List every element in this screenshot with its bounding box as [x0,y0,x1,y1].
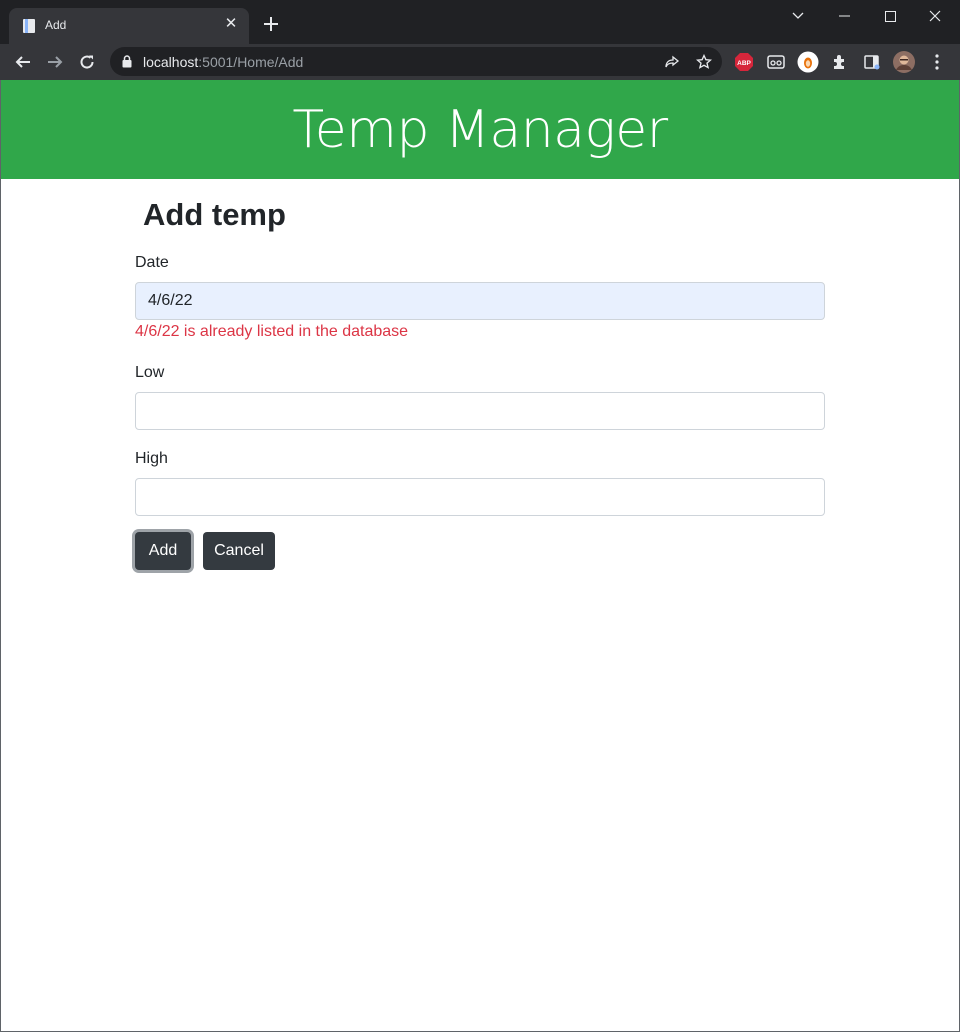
share-icon[interactable] [663,53,681,71]
date-label: Date [135,254,169,271]
new-tab-plus-icon[interactable] [262,15,280,33]
browser-toolbar: localhost:5001/Home/Add ABP [0,44,960,80]
high-label: High [135,450,168,467]
profile-avatar[interactable] [893,51,915,73]
address-bar[interactable]: localhost:5001/Home/Add [110,47,722,76]
forward-arrow-icon[interactable] [45,52,65,72]
adblock-plus-icon[interactable]: ABP [733,51,755,73]
bookmark-star-icon[interactable] [695,53,713,71]
page-icon [21,18,37,34]
site-banner: Temp Manager [1,80,959,179]
add-button[interactable]: Add [135,532,191,570]
date-input[interactable]: 4/6/22 [135,282,825,320]
reader-glasses-icon[interactable] [765,51,787,73]
maximize-icon[interactable] [867,0,913,32]
browser-titlebar: Add ✕ [0,0,960,44]
site-title: Temp Manager [292,100,668,160]
url-text: localhost:5001/Home/Add [143,54,304,70]
close-window-icon[interactable] [912,0,958,32]
extension-egg-icon[interactable] [797,51,819,73]
page-content: Temp Manager Add temp Date 4/6/22 4/6/22… [1,80,959,1031]
tab-search-chevron-icon[interactable] [775,0,821,32]
reload-icon[interactable] [77,52,97,72]
minimize-icon[interactable] [821,0,867,32]
low-label: Low [135,364,165,381]
low-input[interactable] [135,392,825,430]
back-arrow-icon[interactable] [13,52,33,72]
side-panel-icon[interactable] [861,51,883,73]
browser-tab-add[interactable]: Add ✕ [9,8,249,44]
cancel-button[interactable]: Cancel [203,532,275,570]
tab-title: Add [45,18,67,32]
more-menu-icon[interactable] [926,51,948,73]
extensions-puzzle-icon[interactable] [829,51,851,73]
lock-icon [122,55,132,73]
date-validation-error: 4/6/22 is already listed in the database [135,323,409,340]
page-heading: Add temp [143,197,286,232]
close-tab-icon[interactable]: ✕ [223,16,239,32]
high-input[interactable] [135,478,825,516]
svg-text:ABP: ABP [737,60,751,67]
